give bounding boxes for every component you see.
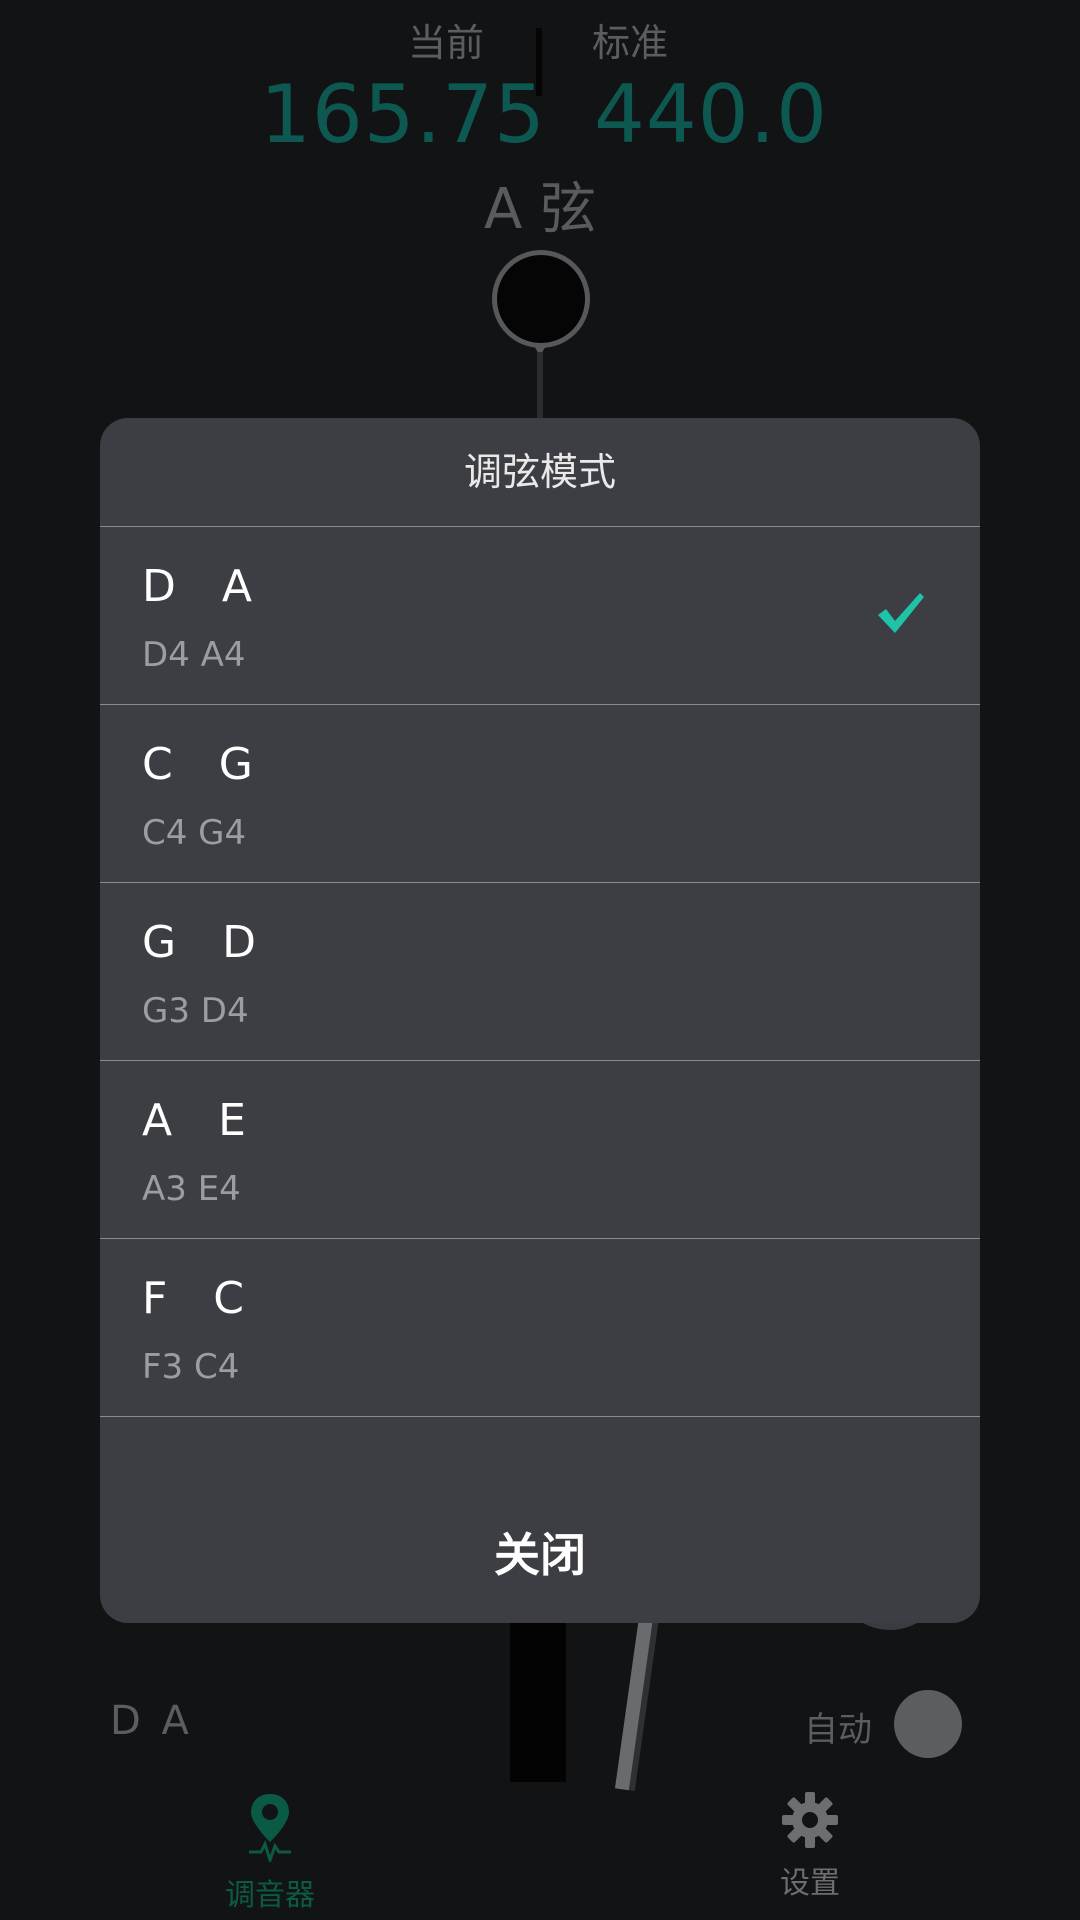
- option-notes: G3 D4: [142, 991, 249, 1031]
- option-name: G D: [142, 917, 262, 968]
- auto-toggle[interactable]: [894, 1690, 962, 1758]
- mode-option-ae[interactable]: A E A3 E4: [100, 1061, 980, 1239]
- check-icon: [878, 593, 924, 633]
- nav-settings[interactable]: 设置: [710, 1790, 910, 1902]
- option-name: F C: [142, 1273, 251, 1324]
- dialog-title: 调弦模式: [100, 418, 980, 527]
- needle-shadow: [614, 1610, 654, 1791]
- nav-settings-label: 设置: [780, 1866, 840, 1901]
- option-notes: A3 E4: [142, 1169, 241, 1209]
- option-name: D A: [142, 561, 258, 612]
- string-indicator: [510, 1620, 566, 1782]
- tuning-mode-dialog: 调弦模式 D A D4 A4 C G C4 G4 G D G3 D4 A E A…: [100, 418, 980, 1623]
- current-frequency: 165.75: [260, 68, 546, 161]
- tuning-needle: [537, 352, 543, 422]
- tuner-pin-icon: [249, 1794, 291, 1865]
- current-mode-button[interactable]: D A: [110, 1698, 193, 1744]
- standard-frequency: 440.0: [594, 68, 829, 161]
- nav-tuner[interactable]: 调音器: [170, 1790, 370, 1914]
- standard-label: 标准: [592, 21, 669, 65]
- gear-icon: [782, 1792, 838, 1848]
- tuning-dial: [492, 250, 590, 348]
- mode-option-cg[interactable]: C G C4 G4: [100, 705, 980, 883]
- auto-label: 自动: [804, 1710, 872, 1750]
- option-name: C G: [142, 739, 259, 790]
- option-notes: D4 A4: [142, 635, 246, 675]
- mode-option-da[interactable]: D A D4 A4: [100, 527, 980, 705]
- nav-tuner-label: 调音器: [225, 1878, 315, 1913]
- current-label: 当前: [408, 21, 485, 65]
- option-notes: F3 C4: [142, 1347, 240, 1387]
- string-name: A 弦: [483, 177, 597, 242]
- mode-option-fc[interactable]: F C F3 C4: [100, 1239, 980, 1417]
- option-notes: C4 G4: [142, 813, 247, 853]
- option-name: A E: [142, 1095, 252, 1146]
- close-button[interactable]: 关闭: [100, 1519, 980, 1585]
- mode-option-gd[interactable]: G D G3 D4: [100, 883, 980, 1061]
